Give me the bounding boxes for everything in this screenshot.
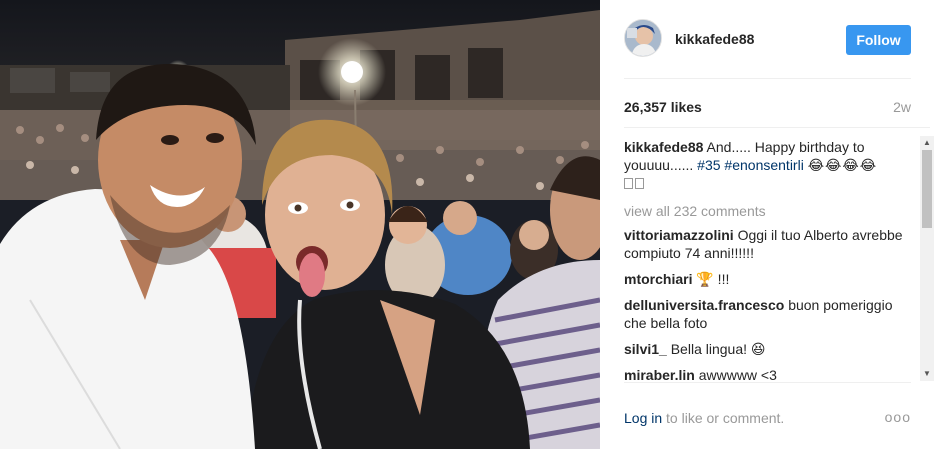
caption-username[interactable]: kikkafede88 xyxy=(624,139,703,155)
comment-username[interactable]: vittoriamazzolini xyxy=(624,227,734,243)
post-timestamp[interactable]: 2w xyxy=(893,99,911,115)
comment-item: delluniversita.francesco buon pomeriggio… xyxy=(624,296,914,332)
comment-username[interactable]: silvi1_ xyxy=(624,341,667,357)
login-suffix: to like or comment. xyxy=(662,410,785,426)
post-header: kikkafede88 Follow xyxy=(624,0,911,79)
login-prompt: Log in to like or comment. xyxy=(624,410,784,426)
hashtag-link[interactable]: #enonsentirli xyxy=(724,157,803,173)
missing-glyph-icon xyxy=(624,178,633,189)
photo-illustration xyxy=(0,0,600,449)
comment-text: 🏆 !!! xyxy=(696,271,730,287)
post-caption: kikkafede88 And..... Happy birthday to y… xyxy=(624,138,914,192)
comment-item: vittoriamazzolini Oggi il tuo Alberto av… xyxy=(624,226,914,262)
login-link[interactable]: Log in xyxy=(624,410,662,426)
more-options-button[interactable]: ooo xyxy=(885,409,911,425)
comment-text: Bella lingua! 😆 xyxy=(670,341,766,357)
down-arrow-icon[interactable]: ▼ xyxy=(920,367,934,381)
missing-glyph-icon xyxy=(635,178,644,189)
scrollbar-thumb[interactable] xyxy=(922,150,932,228)
avatar[interactable] xyxy=(624,19,662,57)
comment-username[interactable]: delluniversita.francesco xyxy=(624,297,784,313)
comments-list: kikkafede88 And..... Happy birthday to y… xyxy=(624,138,914,380)
post-side-panel: kikkafede88 Follow 26,357 likes 2w kikka… xyxy=(600,0,934,449)
comment-username[interactable]: miraber.lin xyxy=(624,367,695,380)
post-photo xyxy=(0,0,600,449)
comment-item: silvi1_ Bella lingua! 😆 xyxy=(624,340,914,358)
comment-text: awwwww <3 xyxy=(698,367,777,380)
view-all-comments-link[interactable]: view all 232 comments xyxy=(624,202,914,220)
comments-section[interactable]: kikkafede88 And..... Happy birthday to y… xyxy=(624,127,930,380)
avatar-image xyxy=(625,20,661,56)
comments-scrollbar[interactable]: ▲ ▼ xyxy=(920,136,934,381)
comment-username[interactable]: mtorchiari xyxy=(624,271,692,287)
follow-button[interactable]: Follow xyxy=(846,25,911,55)
post-footer: Log in to like or comment. ooo xyxy=(624,382,911,449)
hashtag-link[interactable]: #35 xyxy=(697,157,720,173)
comment-item: miraber.lin awwwww <3 xyxy=(624,366,914,380)
caption-emoji: 😂😂😂😂 xyxy=(807,157,878,173)
post-username[interactable]: kikkafede88 xyxy=(675,31,754,47)
up-arrow-icon[interactable]: ▲ xyxy=(920,136,934,150)
comment-item: mtorchiari 🏆 !!! xyxy=(624,270,914,288)
likes-count[interactable]: 26,357 likes xyxy=(624,99,702,115)
